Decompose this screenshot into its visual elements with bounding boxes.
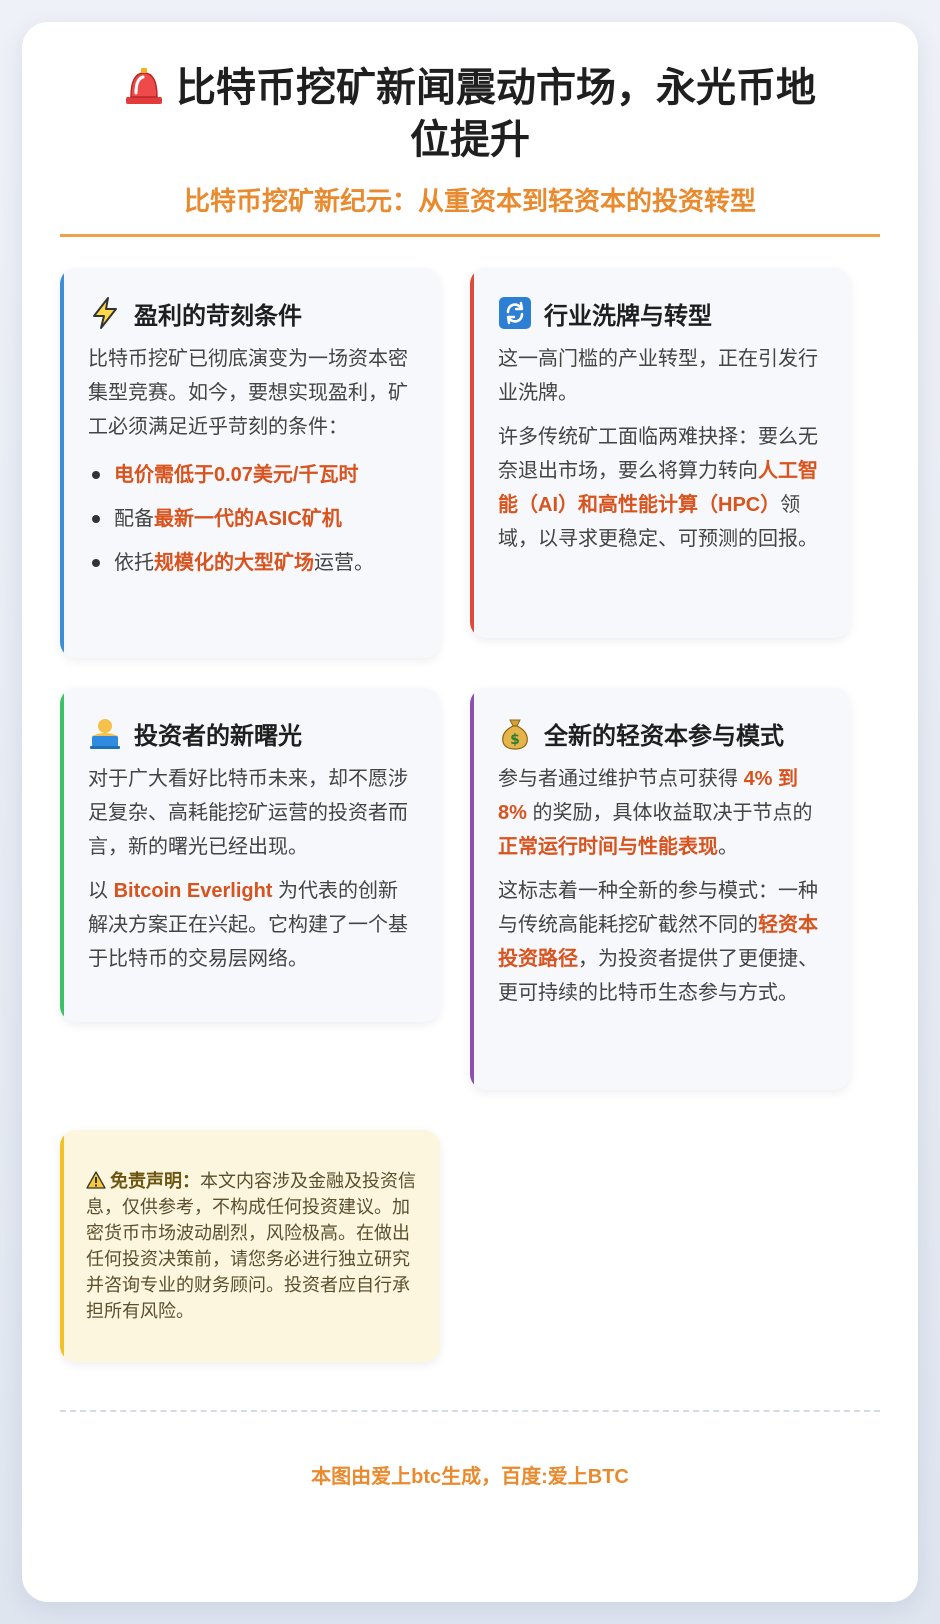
list-item: 电价需低于0.07美元/千瓦时 — [88, 458, 414, 492]
card-title: 行业洗牌与转型 — [498, 294, 824, 332]
disclaimer-body: 本文内容涉及金融及投资信息，仅供参考，不构成任何投资建议。加密货币市场波动剧烈，… — [86, 1171, 416, 1321]
card-profit-conditions: 盈利的苛刻条件 比特币挖矿已彻底演变为一场资本密集型竞赛。如今，要想实现盈利，矿… — [60, 268, 440, 658]
card-title-text: 投资者的新曙光 — [134, 722, 302, 750]
card-paragraph: 这一高门槛的产业转型，正在引发行业洗牌。 — [498, 348, 818, 404]
list-item: 配备最新一代的ASIC矿机 — [88, 502, 414, 536]
disclaimer-heading: 免责声明： — [110, 1171, 200, 1191]
card-title-text: 盈利的苛刻条件 — [134, 302, 302, 330]
card-title: 盈利的苛刻条件 — [88, 294, 414, 332]
lightning-icon — [93, 297, 117, 329]
person-laptop-icon — [90, 719, 120, 749]
poster-sheet: 比特币挖矿新闻震动市场，永光币地位提升 比特币挖矿新纪元：从重资本到轻资本的投资… — [22, 22, 918, 1602]
money-bag-icon: $ — [502, 719, 528, 750]
page-subtitle: 比特币挖矿新纪元：从重资本到轻资本的投资转型 — [183, 186, 756, 216]
footer-credit: 本图由爱上btc生成，百度:爱上BTC — [311, 1466, 629, 1488]
highlight: Bitcoin Everlight — [113, 880, 273, 902]
card-paragraph: 这标志着一种全新的参与模式：一种与传统高能耗挖矿截然不同的轻资本投资路径，为投资… — [498, 880, 818, 1004]
card-paragraph: 对于广大看好比特币未来，却不愿涉足复杂、高耗能挖矿运营的投资者而言，新的曙光已经… — [88, 768, 408, 858]
list-item: 依托规模化的大型矿场运营。 — [88, 546, 414, 580]
card-investor-dawn: 投资者的新曙光 对于广大看好比特币未来，却不愿涉足复杂、高耗能挖矿运营的投资者而… — [60, 688, 440, 1022]
page-title: 比特币挖矿新闻震动市场，永光币地位提升 — [62, 62, 878, 166]
card-paragraph: 以 Bitcoin Everlight 为代表的创新解决方案正在兴起。它构建了一… — [88, 880, 408, 970]
warning-icon — [86, 1171, 106, 1189]
highlight: 最新一代的ASIC矿机 — [154, 508, 342, 530]
condition-list: 电价需低于0.07美元/千瓦时 配备最新一代的ASIC矿机 依托规模化的大型矿场… — [88, 458, 414, 580]
card-intro: 比特币挖矿已彻底演变为一场资本密集型竞赛。如今，要想实现盈利，矿工必须满足近乎苛… — [88, 348, 408, 438]
card-title: $ 全新的轻资本参与模式 — [498, 714, 824, 752]
svg-text:$: $ — [510, 732, 520, 748]
card-light-capital: $ 全新的轻资本参与模式 参与者通过维护节点可获得 4% 到 8% 的奖励，具体… — [470, 688, 850, 1090]
card-title-text: 行业洗牌与转型 — [544, 302, 712, 330]
header-divider — [60, 234, 880, 237]
highlight: 正常运行时间与性能表现 — [498, 836, 718, 858]
refresh-icon — [499, 297, 531, 329]
siren-icon — [126, 68, 162, 104]
card-paragraph: 参与者通过维护节点可获得 4% 到 8% 的奖励，具体收益取决于节点的正常运行时… — [498, 768, 813, 858]
page-title-text: 比特币挖矿新闻震动市场，永光币地位提升 — [176, 66, 816, 162]
highlight: 电价需低于0.07美元/千瓦时 — [114, 464, 359, 486]
card-title-text: 全新的轻资本参与模式 — [544, 722, 784, 750]
card-title: 投资者的新曙光 — [88, 714, 414, 752]
highlight: 规模化的大型矿场 — [154, 552, 314, 574]
header: 比特币挖矿新闻震动市场，永光币地位提升 比特币挖矿新纪元：从重资本到轻资本的投资… — [62, 62, 878, 218]
disclaimer-text: 免责声明：本文内容涉及金融及投资信息，仅供参考，不构成任何投资建议。加密货币市场… — [86, 1168, 416, 1324]
footer-divider — [60, 1410, 880, 1412]
card-paragraph: 许多传统矿工面临两难抉择：要么无奈退出市场，要么将算力转向人工智能（AI）和高性… — [498, 426, 818, 550]
disclaimer-box: 免责声明：本文内容涉及金融及投资信息，仅供参考，不构成任何投资建议。加密货币市场… — [60, 1130, 440, 1362]
card-industry-reshuffle: 行业洗牌与转型 这一高门槛的产业转型，正在引发行业洗牌。 许多传统矿工面临两难抉… — [470, 268, 850, 638]
